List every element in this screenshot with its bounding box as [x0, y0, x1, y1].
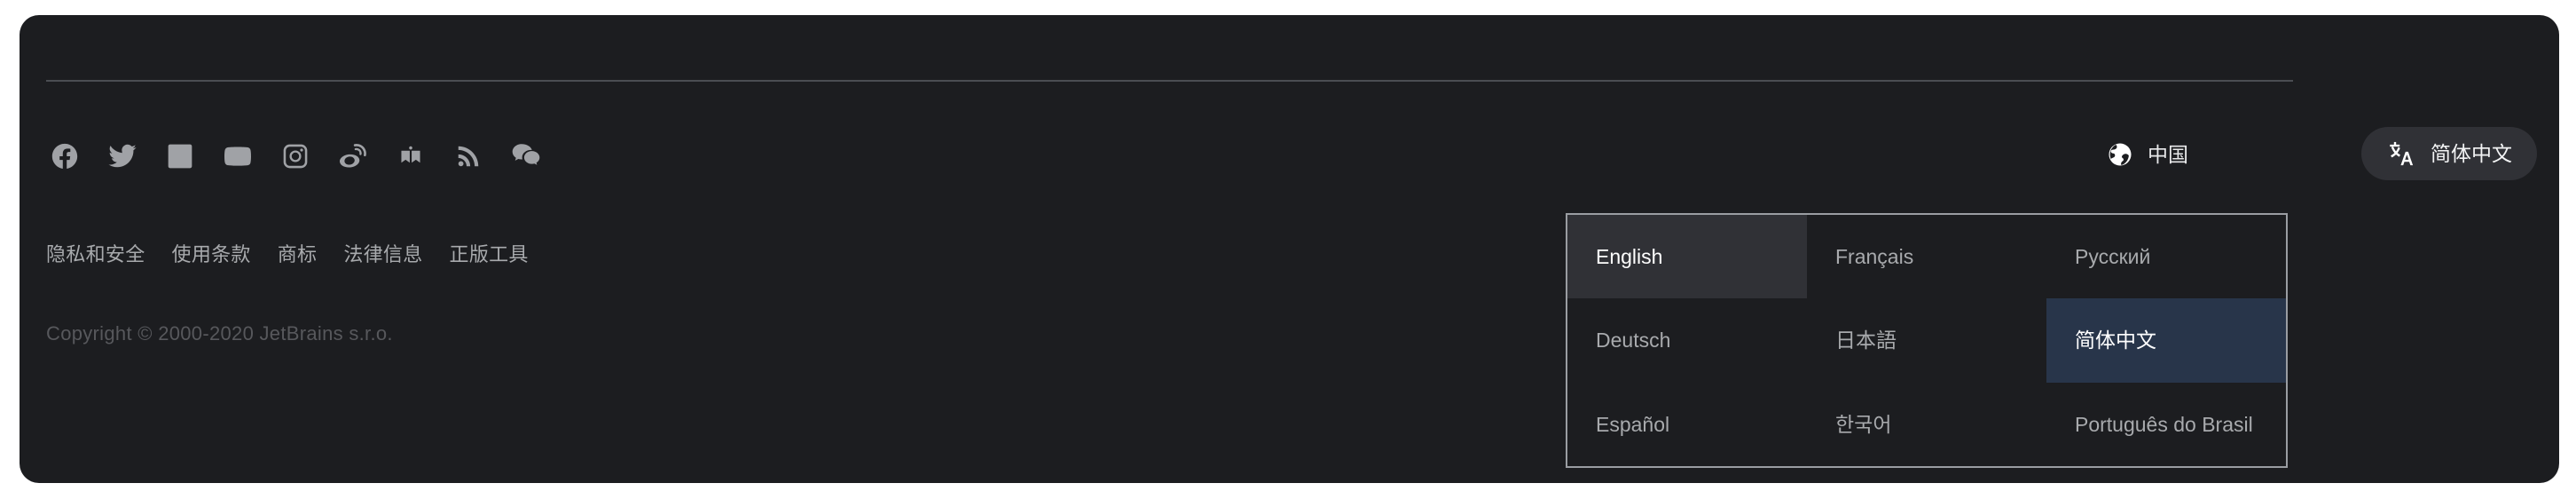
legal-link-trademark[interactable]: 商标: [278, 242, 318, 268]
language-selector-label: 简体中文: [2431, 142, 2512, 165]
social-links-row: [46, 138, 545, 175]
language-option-francais[interactable]: Français: [1807, 215, 2046, 298]
language-option-english[interactable]: English: [1567, 215, 1807, 299]
zhihu-icon[interactable]: [392, 138, 429, 175]
wechat-icon[interactable]: [507, 138, 545, 175]
facebook-icon[interactable]: [46, 138, 83, 175]
language-option-portuguese[interactable]: Português do Brasil: [2046, 383, 2286, 466]
rss-icon[interactable]: [450, 138, 487, 175]
legal-link-terms[interactable]: 使用条款: [172, 242, 251, 268]
language-dropdown: English Français Русский Deutsch 日本語 简体中…: [1566, 213, 2288, 468]
legal-link-legal[interactable]: 法律信息: [343, 242, 422, 268]
region-label: 中国: [2148, 143, 2188, 166]
language-option-russian[interactable]: Русский: [2046, 215, 2286, 298]
page-root: 隐私和安全 使用条款 商标 法律信息 正版工具 Copyright © 2000…: [0, 0, 2576, 499]
globe-icon: [2107, 141, 2133, 168]
youtube-icon[interactable]: [219, 138, 256, 175]
copyright-text: Copyright © 2000-2020 JetBrains s.r.o.: [46, 322, 393, 345]
language-option-japanese[interactable]: 日本語: [1807, 298, 2046, 382]
legal-link-privacy[interactable]: 隐私和安全: [46, 242, 145, 268]
twitter-icon[interactable]: [104, 138, 141, 175]
language-selector-button[interactable]: 简体中文: [2361, 127, 2537, 180]
language-option-simplified-chinese[interactable]: 简体中文: [2046, 298, 2286, 383]
language-option-deutsch[interactable]: Deutsch: [1567, 298, 1807, 382]
linkedin-icon[interactable]: [161, 138, 199, 175]
legal-link-licensing[interactable]: 正版工具: [450, 242, 529, 268]
footer-divider: [46, 80, 2293, 82]
language-option-espanol[interactable]: Español: [1567, 383, 1807, 466]
translate-icon: [2386, 139, 2415, 168]
language-option-korean[interactable]: 한국어: [1807, 383, 2046, 466]
region-selector[interactable]: 中国: [2107, 141, 2188, 168]
instagram-icon[interactable]: [277, 138, 314, 175]
weibo-icon[interactable]: [334, 138, 372, 175]
legal-links-row: 隐私和安全 使用条款 商标 法律信息 正版工具: [46, 242, 529, 268]
